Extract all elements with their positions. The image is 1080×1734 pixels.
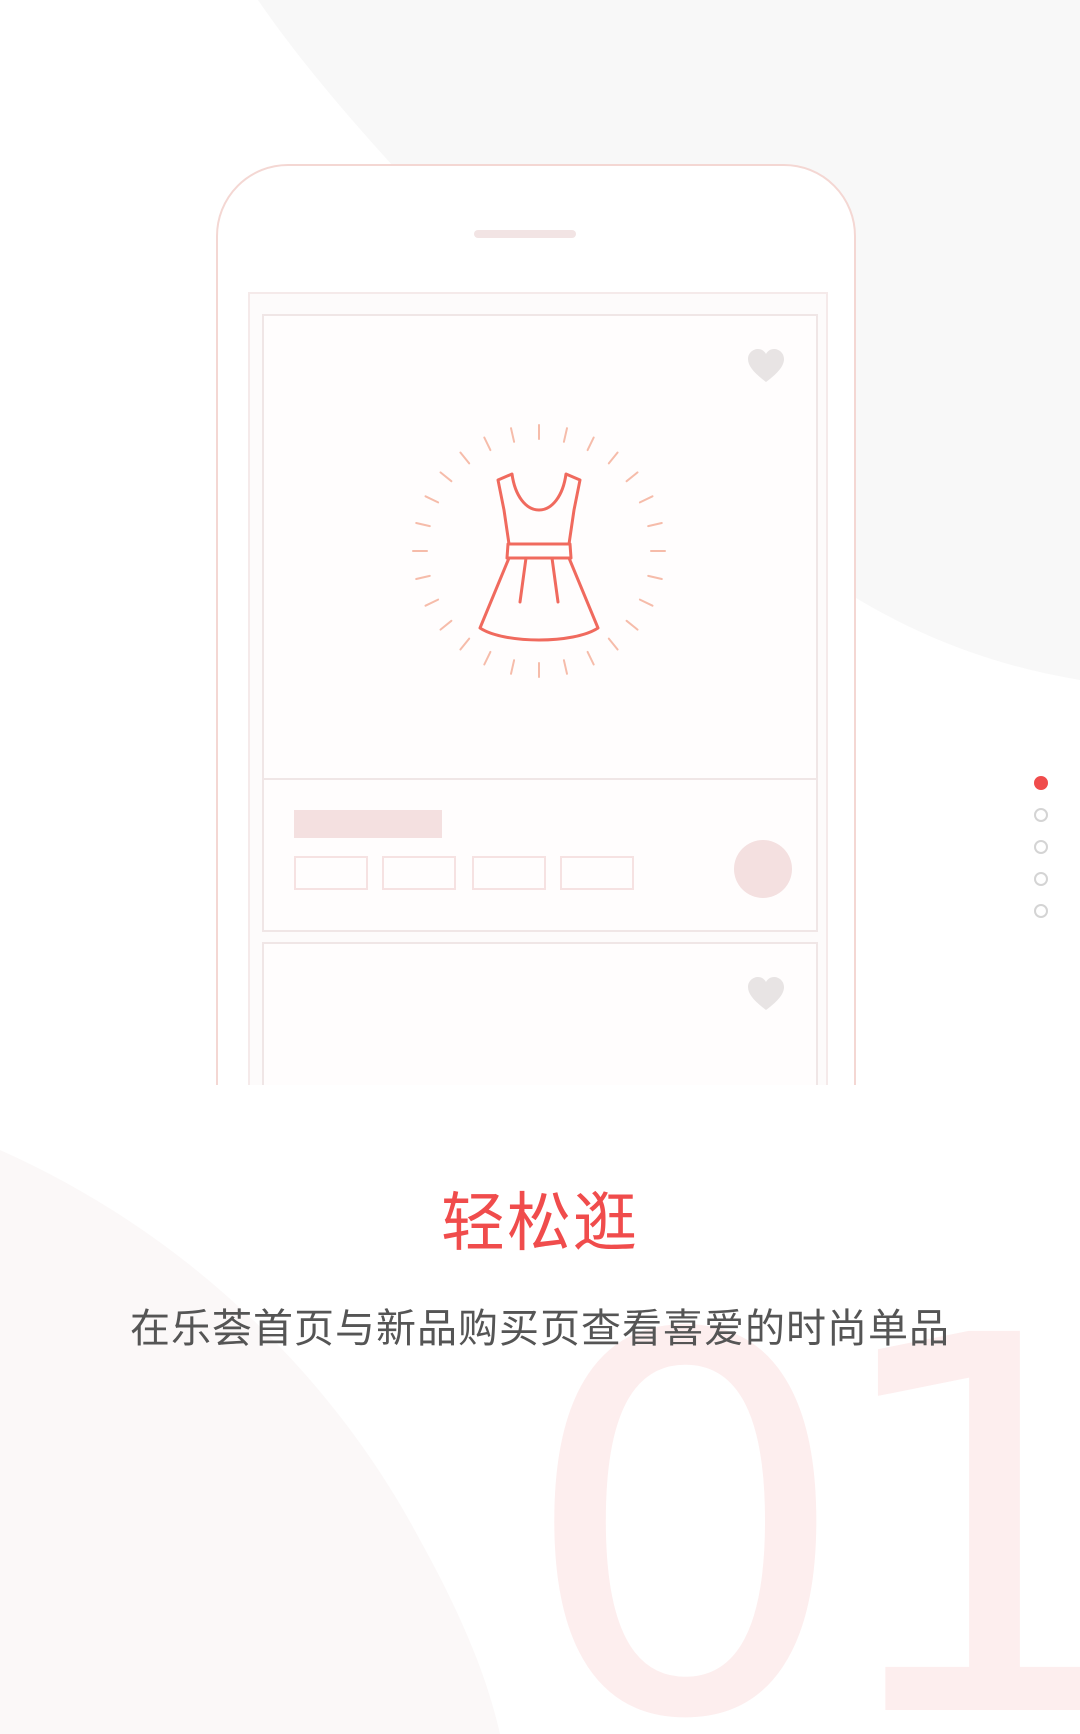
heart-icon	[748, 349, 784, 382]
sunburst-ray	[510, 659, 516, 675]
sunburst-ray	[562, 427, 568, 443]
tag-placeholder	[294, 856, 368, 890]
product-image-area	[264, 316, 816, 780]
sunburst-ray	[562, 659, 568, 675]
onboarding-page: 01 轻松逛 在乐荟首页与新品购买页查看喜爱的时尚单品	[0, 0, 1080, 1734]
sunburst-ray	[647, 574, 663, 580]
page-dot-4[interactable]	[1034, 872, 1048, 886]
page-dot-3[interactable]	[1034, 840, 1048, 854]
page-dot-1[interactable]	[1034, 776, 1048, 790]
product-card	[262, 314, 818, 932]
sunburst-ray	[483, 650, 492, 666]
phone-mockup	[210, 160, 865, 1085]
sunburst-ray	[415, 574, 431, 580]
sunburst-ray	[483, 436, 492, 452]
sunburst-ray	[459, 451, 471, 465]
product-card	[262, 942, 818, 1085]
sunburst-ray	[415, 522, 431, 528]
sunburst-ray	[607, 451, 619, 465]
sunburst-ray	[439, 619, 453, 631]
tag-placeholder	[560, 856, 634, 890]
page-dot-2[interactable]	[1034, 808, 1048, 822]
sunburst-ray	[424, 598, 440, 607]
sunburst-ray	[647, 522, 663, 528]
sunburst-ray	[586, 436, 595, 452]
buy-button-placeholder	[734, 840, 792, 898]
page-dot-5[interactable]	[1034, 904, 1048, 918]
sunburst-ray	[586, 650, 595, 666]
product-title-placeholder	[294, 810, 442, 838]
tag-placeholder	[382, 856, 456, 890]
phone-frame	[216, 164, 856, 1085]
phone-speaker	[474, 230, 576, 238]
sunburst-ray	[625, 619, 639, 631]
sunburst-ray	[625, 471, 639, 483]
sunburst-ray	[638, 495, 654, 504]
phone-screen	[248, 292, 828, 1085]
sunburst-ray	[607, 637, 619, 651]
sunburst-ray	[424, 495, 440, 504]
sunburst-ray	[459, 637, 471, 651]
dress-icon	[412, 424, 666, 678]
subtitle: 在乐荟首页与新品购买页查看喜爱的时尚单品	[130, 1306, 950, 1352]
page-indicator[interactable]	[1034, 776, 1052, 936]
headline: 轻松逛	[441, 1187, 639, 1261]
heart-icon	[748, 977, 784, 1010]
sunburst-ray	[638, 598, 654, 607]
tag-placeholder	[472, 856, 546, 890]
product-info	[264, 780, 816, 930]
sunburst-ray	[510, 427, 516, 443]
sunburst-ray	[439, 471, 453, 483]
